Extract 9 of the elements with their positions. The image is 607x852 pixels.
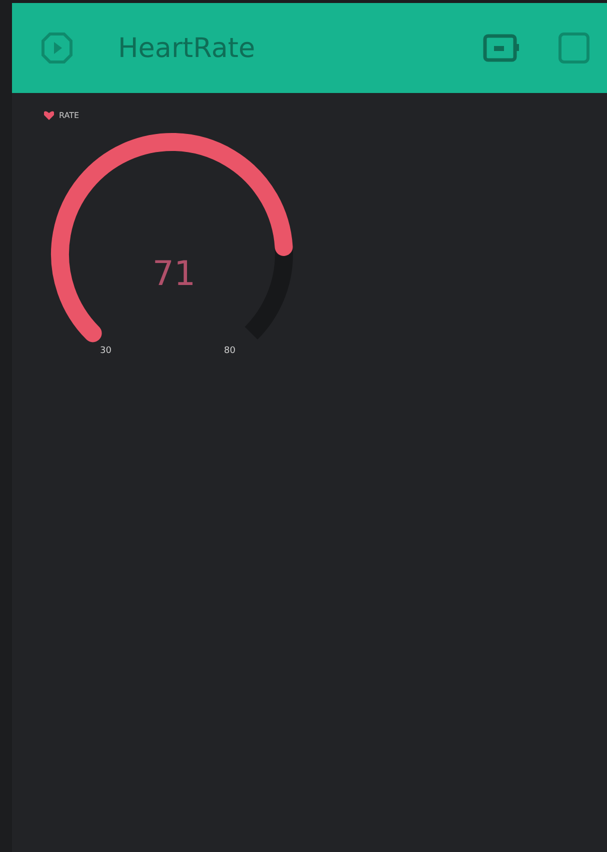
gauge-label: RATE: [59, 111, 80, 120]
square-icon[interactable]: [557, 31, 591, 65]
heart-icon: [44, 111, 54, 120]
gauge-max: 80: [224, 346, 236, 356]
play-icon[interactable]: [40, 31, 74, 65]
app-title: HeartRate: [118, 32, 256, 64]
gauge-value: 71: [151, 254, 197, 294]
device-icon[interactable]: [483, 33, 521, 63]
gauge-min: 30: [100, 346, 112, 356]
